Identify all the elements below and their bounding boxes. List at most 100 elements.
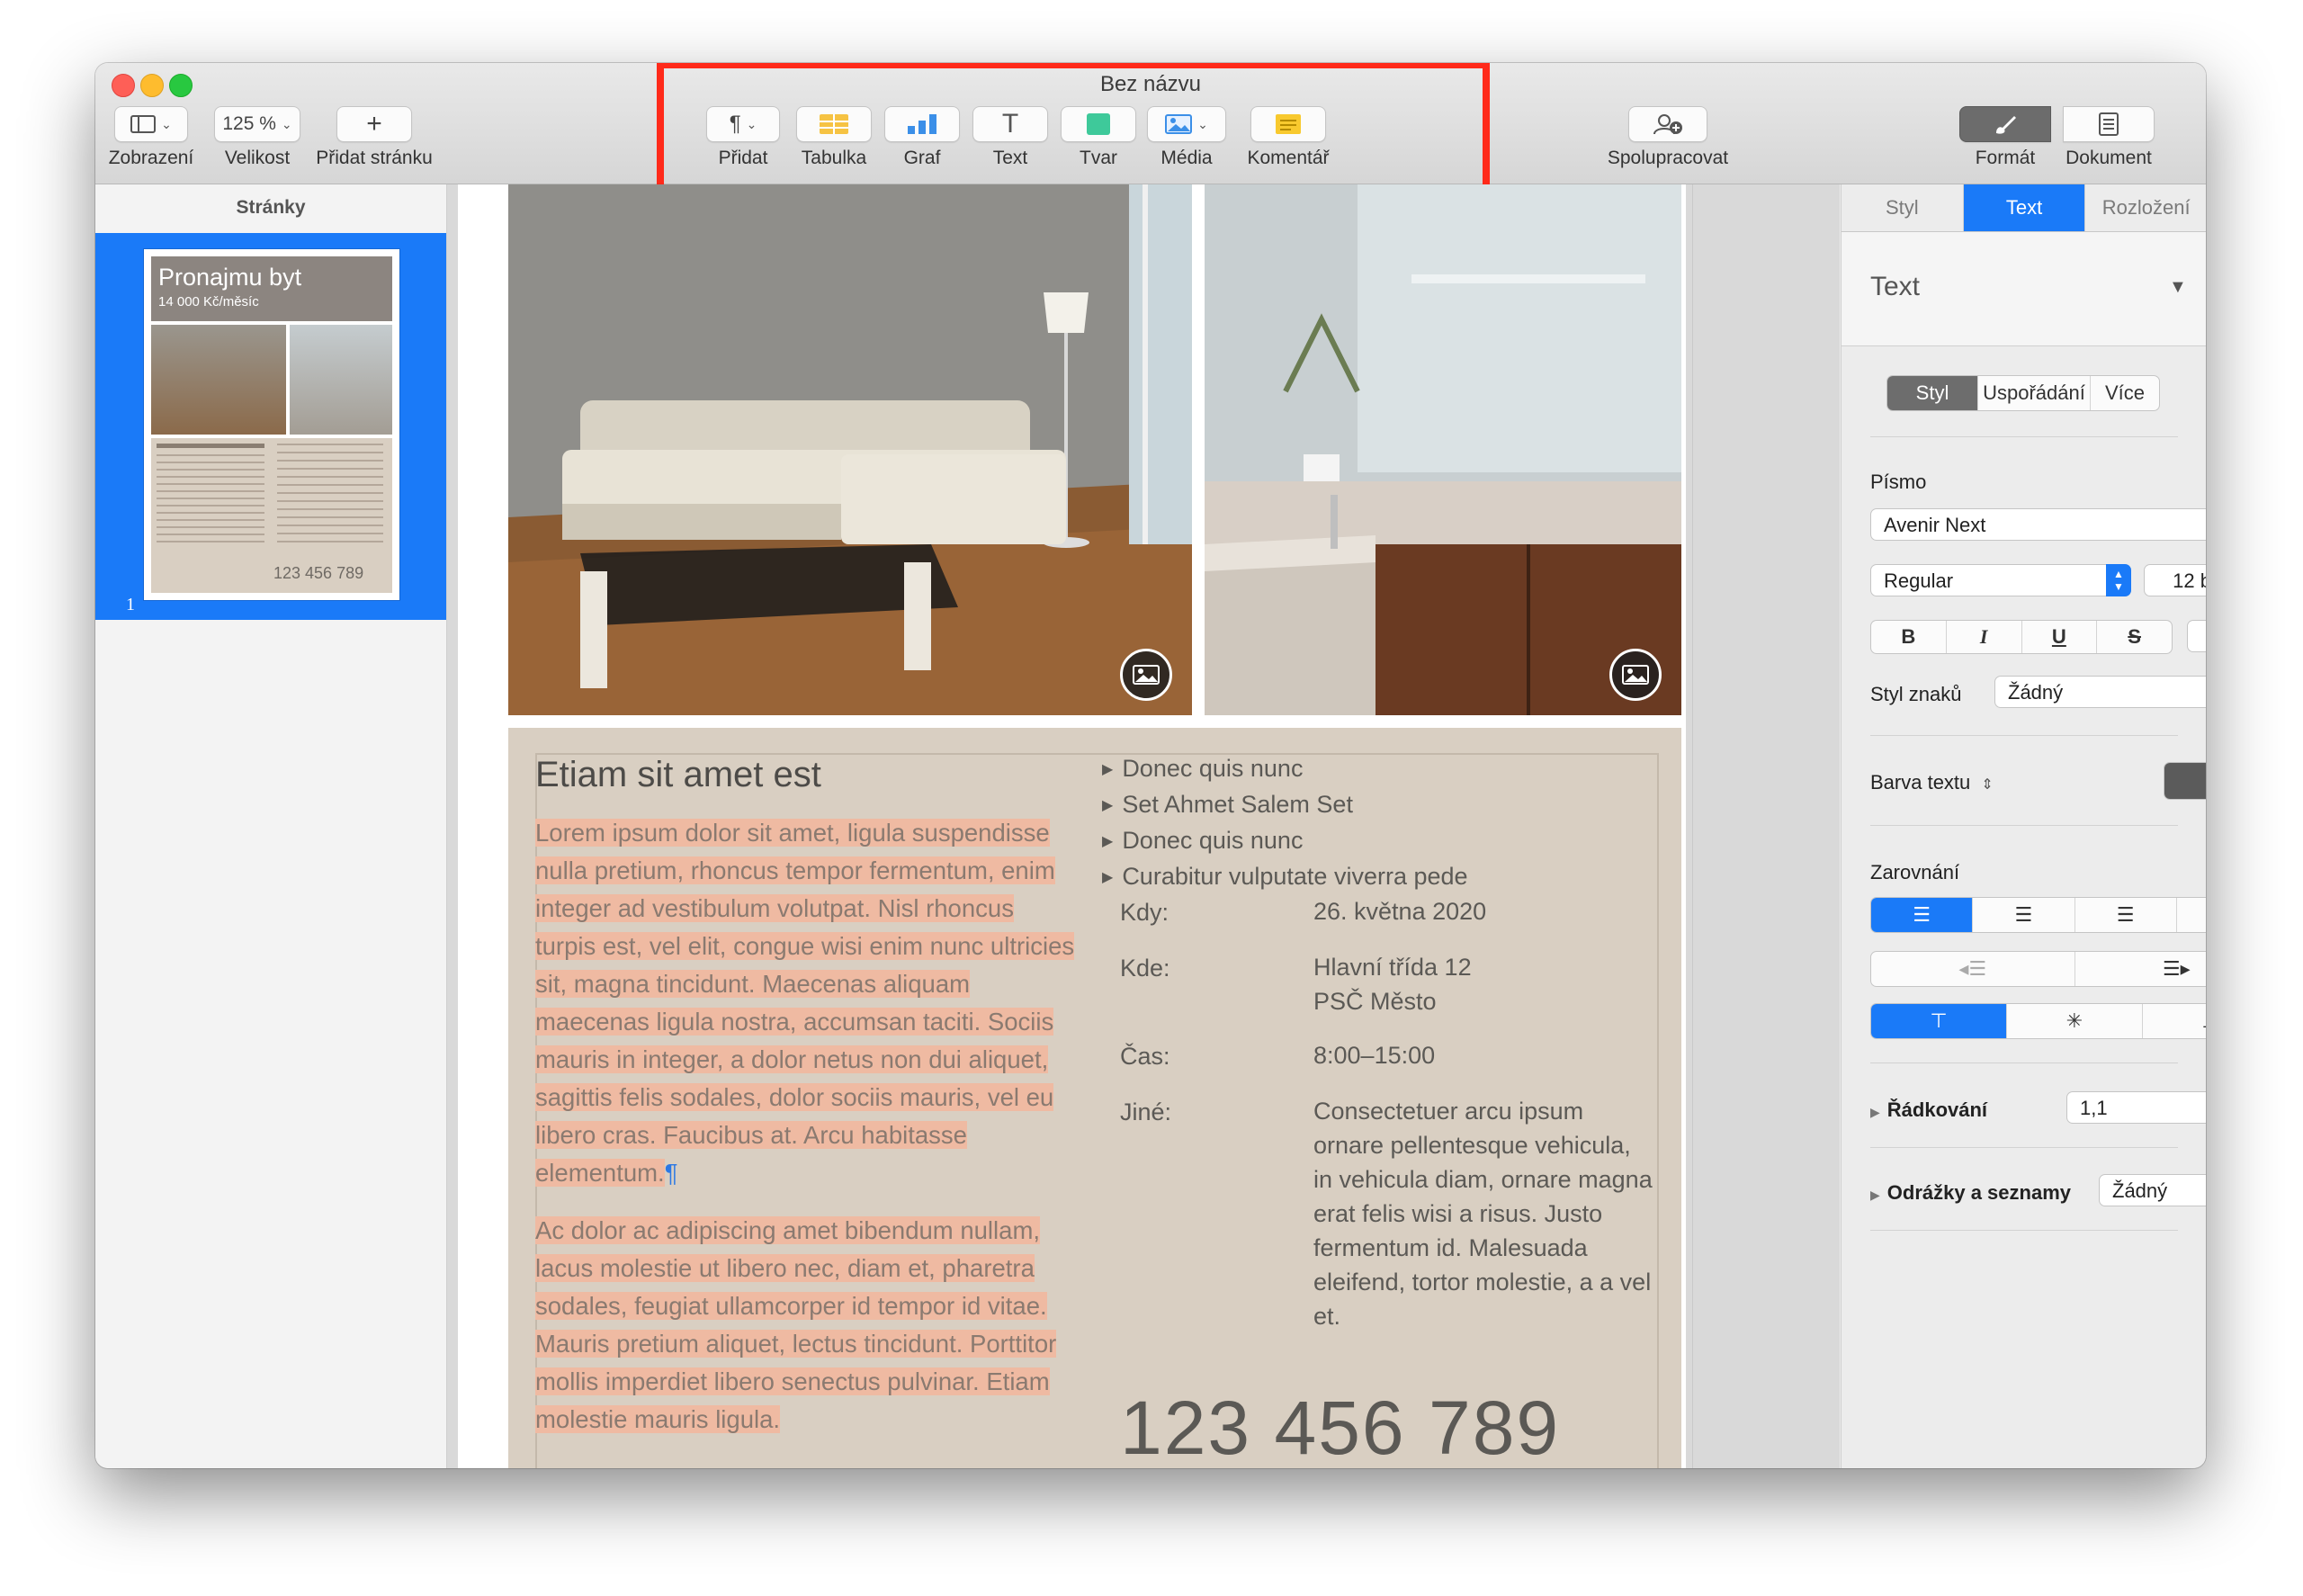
divider bbox=[1870, 735, 2178, 736]
bold-button[interactable]: B bbox=[1871, 621, 1947, 653]
time-label: Čas: bbox=[1120, 1043, 1170, 1070]
triangle-bullet-icon: ▶ bbox=[1102, 833, 1114, 849]
list-item-text: Donec quis nunc bbox=[1122, 755, 1304, 782]
disclosure-triangle-icon[interactable]: ▶ bbox=[1870, 1188, 1880, 1202]
line-spacing-popup[interactable]: 1,1 ▲▼ bbox=[2066, 1091, 2206, 1124]
divider bbox=[1870, 436, 2178, 437]
bathroom-photo[interactable] bbox=[1205, 184, 1681, 715]
subtab-more[interactable]: Více bbox=[2091, 376, 2159, 410]
bullets-row[interactable]: ▶ Odrážky a seznamy bbox=[1870, 1181, 2071, 1205]
text-label: Text bbox=[992, 148, 1028, 168]
media-menu-button[interactable]: ⌄ Média bbox=[1144, 106, 1229, 169]
table-label: Tabulka bbox=[801, 148, 867, 168]
list-item: ▶ Set Ahmet Salem Set bbox=[1102, 787, 1468, 823]
strikethrough-button[interactable]: S bbox=[2097, 621, 2172, 653]
bullets-value: Žádný bbox=[2112, 1179, 2168, 1202]
media-label: Média bbox=[1160, 148, 1213, 168]
disclosure-triangle-icon[interactable]: ▶ bbox=[1870, 1105, 1880, 1119]
underline-button[interactable]: U bbox=[2022, 621, 2098, 653]
page-thumbnail[interactable]: Pronajmu byt 14 000 Kč/měsíc 123 456 789 bbox=[144, 249, 399, 600]
view-label: Zobrazení bbox=[108, 148, 194, 168]
align-top-icon[interactable]: ⊤ bbox=[1871, 1004, 2007, 1038]
image-replace-icon[interactable] bbox=[1609, 649, 1662, 701]
bullets-popup[interactable]: Žádný ⌄ bbox=[2099, 1174, 2206, 1206]
zoom-menu-button[interactable]: 125 % ⌄ Velikost bbox=[212, 106, 302, 169]
phone-number[interactable]: 123 456 789 bbox=[1120, 1385, 1560, 1468]
thumb-header: Pronajmu byt 14 000 Kč/měsíc bbox=[151, 256, 392, 321]
document-inspector-button[interactable]: Dokument bbox=[2053, 106, 2164, 169]
align-right-icon[interactable]: ☰ bbox=[2075, 898, 2177, 932]
bathroom-illustration bbox=[1205, 184, 1681, 715]
line-spacing-row[interactable]: ▶ Řádkování bbox=[1870, 1098, 1987, 1122]
chevron-down-icon: ⌄ bbox=[1197, 116, 1208, 131]
subtab-style[interactable]: Styl bbox=[1887, 376, 1978, 410]
panel-heading[interactable]: Etiam sit amet est bbox=[535, 755, 821, 795]
tab-text[interactable]: Text bbox=[1963, 184, 2086, 231]
font-size-field[interactable]: 12 b bbox=[2144, 564, 2206, 596]
list-item-text: Curabitur vulputate viverra pede bbox=[1122, 862, 1468, 890]
where-value[interactable]: Hlavní třída 12 PSČ Město bbox=[1313, 950, 1655, 1018]
align-center-icon[interactable]: ☰ bbox=[1973, 898, 2075, 932]
other-value[interactable]: Consectetuer arcu ipsum ornare pellentes… bbox=[1313, 1094, 1655, 1333]
document-label: Dokument bbox=[2066, 148, 2152, 168]
body-paragraph-1[interactable]: Lorem ipsum dolor sit amet, ligula suspe… bbox=[535, 814, 1075, 1192]
disclosure-triangle-icon[interactable]: ▼ bbox=[2169, 277, 2187, 298]
add-page-button[interactable]: + Přidat stránku bbox=[311, 106, 437, 169]
horizontal-alignment-buttons: ☰ ☰ ☰ ☰ bbox=[1870, 897, 2206, 933]
body-paragraph-2[interactable]: Ac dolor ac adipiscing amet bibendum nul… bbox=[535, 1212, 1075, 1439]
subtab-arrangement[interactable]: Uspořádání bbox=[1978, 376, 2091, 410]
inspector-tabs: Styl Text Rozložení bbox=[1842, 184, 2206, 232]
chart-icon bbox=[908, 114, 936, 134]
view-menu-button[interactable]: ⌄ Zobrazení bbox=[108, 106, 194, 169]
insert-menu-button[interactable]: ¶ ⌄ Přidat bbox=[705, 106, 781, 169]
collaborate-button[interactable]: Spolupracovat bbox=[1589, 106, 1747, 169]
align-middle-icon[interactable]: ✳ bbox=[2007, 1004, 2143, 1038]
table-button[interactable]: Tabulka bbox=[793, 106, 874, 169]
char-style-label: Styl znaků bbox=[1870, 683, 1962, 705]
font-family-popup[interactable]: Avenir Next ▲▼ bbox=[1870, 508, 2206, 541]
align-justify-icon[interactable]: ☰ bbox=[2177, 898, 2206, 932]
font-weight-popup[interactable]: Regular ▲ ▼ bbox=[1870, 564, 2131, 596]
format-inspector-button[interactable]: Formát bbox=[1956, 106, 2055, 169]
table-icon bbox=[820, 114, 848, 134]
increase-indent-icon[interactable]: ☰▸ bbox=[2075, 952, 2207, 986]
align-left-icon[interactable]: ☰ bbox=[1871, 898, 1974, 932]
page-number: 1 bbox=[126, 595, 135, 614]
shape-icon bbox=[1087, 113, 1110, 135]
plus-icon: + bbox=[336, 106, 412, 142]
text-box-button[interactable]: T Text bbox=[970, 106, 1051, 169]
image-replace-icon[interactable] bbox=[1120, 649, 1172, 701]
char-style-value: Žádný bbox=[2008, 681, 2064, 704]
divider bbox=[1870, 825, 2178, 826]
triangle-bullet-icon: ▶ bbox=[1102, 797, 1114, 813]
toolbar: Bez názvu ⌄ Zobrazení 125 % ⌄ Velikost + … bbox=[95, 63, 2206, 212]
comment-button[interactable]: Komentář bbox=[1236, 106, 1340, 169]
pilcrow-mark: ¶ bbox=[664, 1159, 678, 1187]
thumb-photo-living-room bbox=[151, 325, 286, 435]
paragraph-style-value[interactable]: Text bbox=[1870, 272, 1920, 302]
canvas-edge bbox=[1692, 184, 1693, 1468]
shape-button[interactable]: Tvar bbox=[1058, 106, 1139, 169]
tab-layout[interactable]: Rozložení bbox=[2085, 184, 2206, 231]
page-thumbnail-selected[interactable]: Pronajmu byt 14 000 Kč/měsíc 123 456 789… bbox=[95, 233, 446, 620]
up-down-arrow-icon[interactable]: ⇕ bbox=[1981, 777, 1993, 793]
bullet-list[interactable]: ▶ Donec quis nunc ▶ Set Ahmet Salem Set ▶ D… bbox=[1102, 751, 1468, 895]
align-bottom-icon[interactable]: ⊥ bbox=[2143, 1004, 2206, 1038]
chart-button[interactable]: Graf bbox=[882, 106, 963, 169]
when-value[interactable]: 26. května 2020 bbox=[1313, 894, 1655, 928]
pages-sidebar: Stránky Pronajmu byt 14 000 Kč/měsíc 123… bbox=[95, 184, 447, 1468]
time-value[interactable]: 8:00–15:00 bbox=[1313, 1038, 1655, 1072]
italic-button[interactable]: I bbox=[1947, 621, 2022, 653]
app-window: Bez názvu ⌄ Zobrazení 125 % ⌄ Velikost + … bbox=[95, 63, 2206, 1468]
living-room-illustration bbox=[508, 184, 1192, 715]
text-color-well[interactable] bbox=[2164, 762, 2206, 800]
living-room-photo[interactable] bbox=[508, 184, 1192, 715]
decrease-indent-icon[interactable]: ◂☰ bbox=[1871, 952, 2075, 986]
char-style-popup[interactable]: Žádný ⌄ bbox=[1994, 676, 2206, 708]
comment-icon bbox=[1276, 114, 1301, 134]
photo-icon bbox=[1165, 114, 1193, 134]
text-options-button[interactable]: ⚙⌄ bbox=[2187, 620, 2206, 652]
divider bbox=[1870, 1147, 2178, 1148]
sidebar-view-icon bbox=[130, 115, 157, 133]
tab-style[interactable]: Styl bbox=[1842, 184, 1964, 231]
